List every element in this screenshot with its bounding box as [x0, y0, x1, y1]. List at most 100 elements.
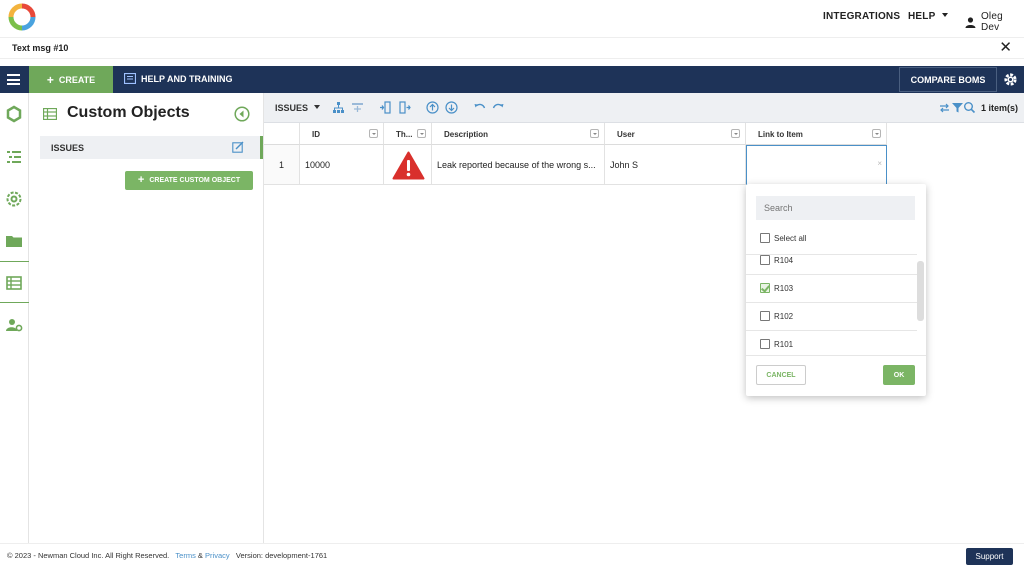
column-header-label: ID [312, 130, 320, 139]
column-menu-icon[interactable] [369, 129, 378, 138]
ok-button[interactable]: OK [883, 365, 915, 385]
insert-column-right-icon[interactable] [398, 101, 411, 114]
redo-icon[interactable] [492, 101, 505, 114]
column-menu-icon[interactable] [872, 129, 881, 138]
column-header-id[interactable]: ID [300, 123, 384, 145]
link-to-item-dropdown: Select all R104 R103 R102 R101 CANCEL OK [746, 184, 926, 396]
column-header-label: Description [444, 130, 489, 139]
footer-text: © 2023 - Newman Cloud Inc. All Right Res… [7, 551, 327, 560]
folder-icon[interactable] [5, 232, 23, 250]
help-label: HELP [908, 11, 936, 22]
option-checkbox[interactable] [760, 255, 770, 265]
custom-object-item-label: ISSUES [51, 143, 85, 153]
copyright-text: © 2023 - Newman Cloud Inc. All Right Res… [7, 551, 170, 560]
custom-objects-panel: Custom Objects ISSUES + CREATE CUSTOM OB… [29, 93, 264, 543]
user-name: Oleg Dev [980, 11, 1003, 33]
warning-icon [392, 151, 425, 180]
description-cell[interactable]: Leak reported because of the wrong s... [432, 145, 605, 185]
terms-link[interactable]: Terms [175, 551, 195, 560]
collapse-panel-icon[interactable] [234, 106, 250, 122]
create-button[interactable]: + CREATE [29, 66, 113, 93]
message-title: Text msg #10 [12, 43, 69, 53]
id-cell[interactable]: 10000 [300, 145, 384, 185]
help-menu[interactable]: HELP [908, 11, 949, 22]
option-label: R104 [774, 256, 794, 265]
item-count: 1 item(s) [980, 103, 1018, 113]
swap-icon[interactable] [938, 101, 951, 114]
move-up-icon[interactable] [426, 101, 439, 114]
support-button[interactable]: Support [966, 548, 1013, 565]
clear-icon[interactable]: × [877, 159, 882, 168]
option-label: R101 [774, 340, 794, 349]
help-and-training-label: HELP AND TRAINING [141, 73, 233, 84]
cancel-button[interactable]: CANCEL [756, 365, 806, 385]
view-selector-label: ISSUES [275, 103, 309, 113]
edit-icon[interactable] [232, 141, 244, 153]
create-custom-object-button[interactable]: + CREATE CUSTOM OBJECT [125, 171, 253, 190]
column-menu-icon[interactable] [731, 129, 740, 138]
column-header-description[interactable]: Description [432, 123, 605, 145]
privacy-link[interactable]: Privacy [205, 551, 230, 560]
option-checkbox-checked[interactable] [760, 283, 770, 293]
panel-title: Custom Objects [67, 104, 190, 121]
divider [746, 274, 917, 275]
create-button-label: CREATE [58, 74, 96, 85]
move-down-icon[interactable] [445, 101, 458, 114]
view-selector[interactable]: ISSUES [275, 103, 320, 113]
user-cell[interactable]: John S [605, 145, 746, 185]
user-settings-icon[interactable] [5, 316, 23, 334]
hierarchy-icon[interactable] [332, 101, 345, 114]
compare-boms-button[interactable]: COMPARE BOMS [899, 67, 997, 92]
divider [746, 355, 926, 356]
icon-rail [0, 93, 29, 543]
grid-toolbar: ISSUES 1 item(s) [264, 93, 1024, 123]
user-icon [965, 16, 976, 28]
option-checkbox[interactable] [760, 339, 770, 349]
select-all-checkbox[interactable] [760, 233, 770, 243]
plus-icon: + [46, 72, 54, 87]
column-menu-icon[interactable] [590, 129, 599, 138]
option-checkbox[interactable] [760, 311, 770, 321]
select-all-label: Select all [774, 234, 807, 243]
table-icon[interactable] [5, 274, 23, 292]
row-number-header [264, 123, 300, 145]
target-gear-icon[interactable] [5, 190, 23, 208]
list-tree-icon[interactable] [5, 148, 23, 166]
integrations-link[interactable]: INTEGRATIONS [823, 11, 900, 22]
insert-column-left-icon[interactable] [379, 101, 392, 114]
table-icon [43, 108, 57, 120]
search-input[interactable] [756, 196, 915, 220]
close-icon[interactable]: ✕ [999, 40, 1012, 56]
chevron-down-icon [942, 13, 949, 17]
hamburger-menu-icon[interactable] [0, 66, 28, 93]
column-header-link-to-item[interactable]: Link to Item [746, 123, 887, 145]
undo-icon[interactable] [473, 101, 486, 114]
main-navbar: + CREATE HELP AND TRAINING COMPARE BOMS [0, 66, 1024, 93]
id-value: 10000 [305, 160, 331, 170]
message-bar: Text msg #10 ✕ [0, 37, 1024, 59]
thumbnail-cell[interactable] [384, 145, 432, 185]
user-menu[interactable]: Oleg Dev [965, 11, 1024, 33]
column-menu-icon[interactable] [417, 129, 426, 138]
ampersand: & [197, 551, 203, 560]
collapse-hierarchy-icon[interactable] [351, 101, 364, 114]
option-label: R102 [774, 312, 794, 321]
divider [746, 254, 917, 255]
help-and-training-link[interactable]: HELP AND TRAINING [124, 73, 233, 84]
scrollbar-thumb[interactable] [917, 261, 924, 321]
footer: © 2023 - Newman Cloud Inc. All Right Res… [0, 543, 1024, 568]
search-icon[interactable] [963, 101, 976, 114]
book-icon [124, 73, 136, 84]
column-header-thumbnail[interactable]: Th... [384, 123, 432, 145]
link-to-item-cell[interactable]: × [746, 145, 887, 185]
top-bar: INTEGRATIONS HELP Oleg Dev [0, 0, 1024, 36]
column-header-label: Link to Item [758, 130, 803, 139]
user-value: John S [610, 160, 639, 170]
description-value: Leak reported because of the wrong s... [437, 160, 596, 170]
app-logo[interactable] [8, 3, 36, 31]
column-header-user[interactable]: User [605, 123, 746, 145]
hexagon-icon[interactable] [5, 105, 23, 123]
gear-icon[interactable] [1003, 72, 1018, 87]
divider [746, 330, 917, 331]
custom-object-item-issues[interactable]: ISSUES [40, 136, 263, 159]
